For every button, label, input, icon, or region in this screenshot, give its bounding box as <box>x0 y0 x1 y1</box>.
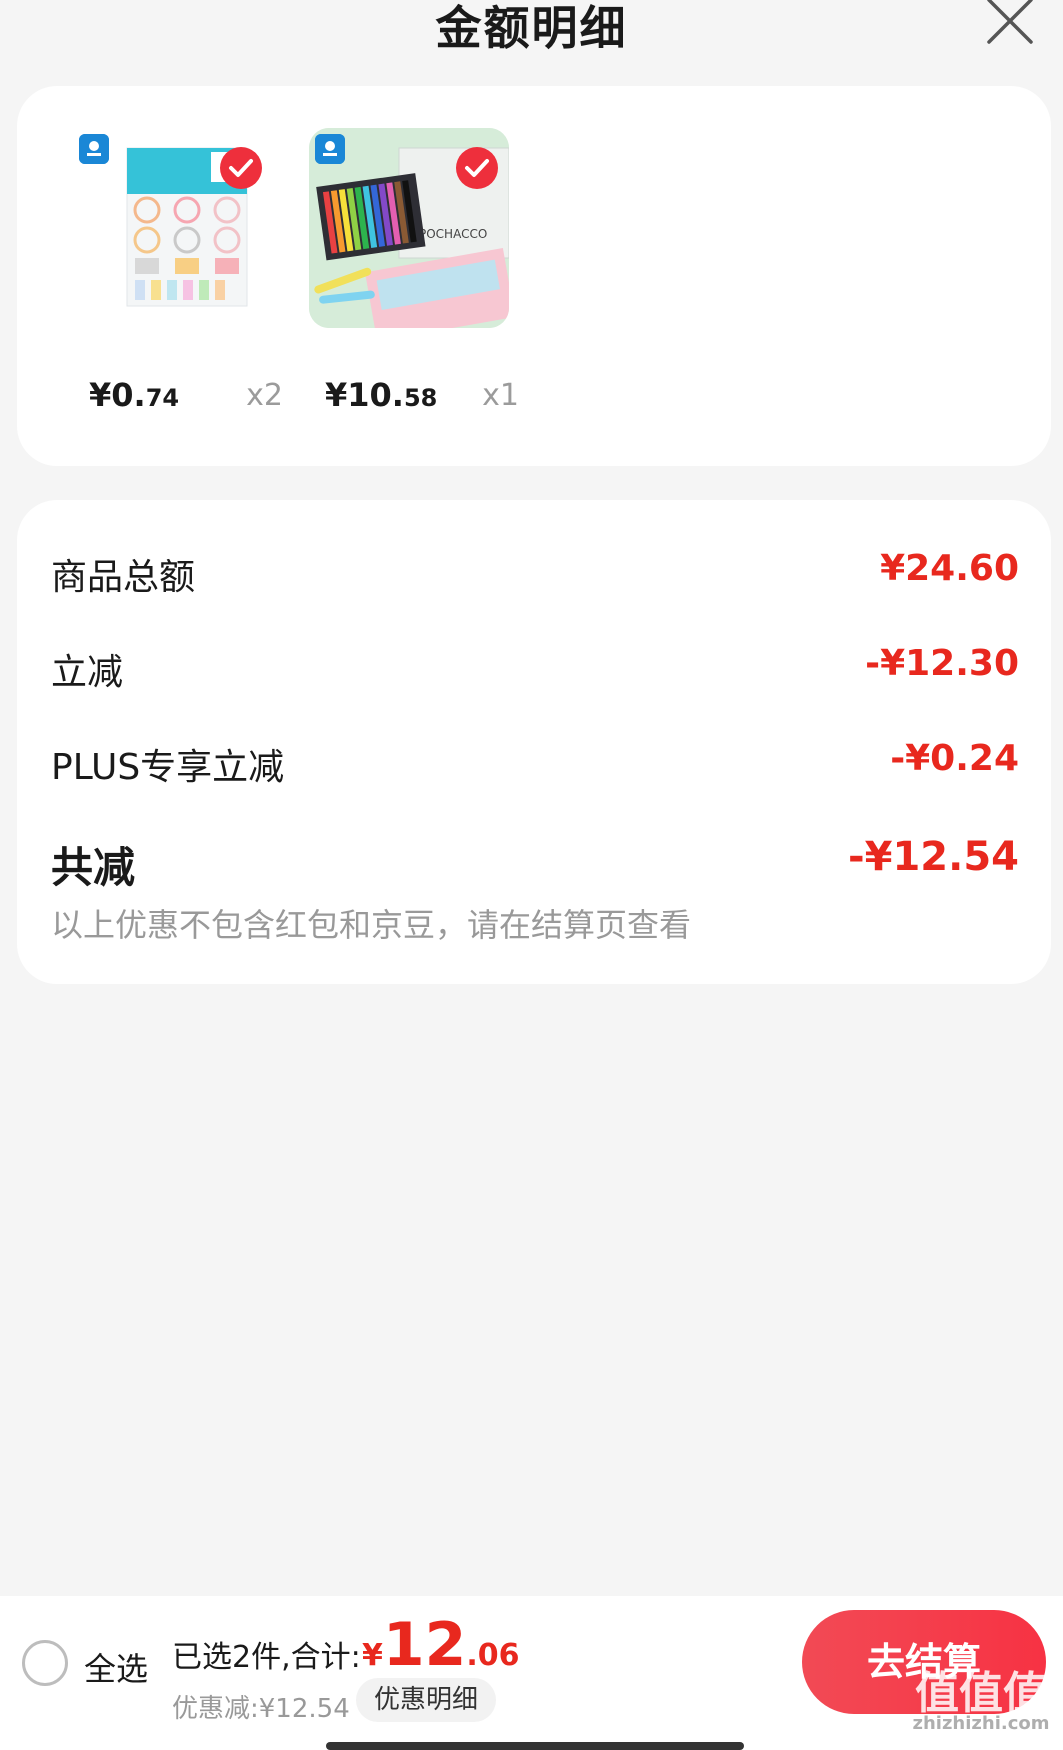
product-quantity: x1 <box>482 378 519 413</box>
summary-value: -¥12.30 <box>865 643 1019 684</box>
close-icon[interactable] <box>983 0 1037 48</box>
product-price: ¥0.74 <box>89 376 180 414</box>
product-price: ¥10.58 <box>325 376 438 414</box>
amount-summary-card: 商品总额 ¥24.60 立减 -¥12.30 PLUS专享立减 -¥0.24 共… <box>17 500 1051 984</box>
summary-label: 商品总额 <box>51 557 196 598</box>
summary-note: 以上优惠不包含红包和京豆，请在结算页查看 <box>51 906 692 944</box>
summary-row-instant-discount: 立减 -¥12.30 <box>51 643 1019 693</box>
discount-text: 优惠减:¥12.54 <box>172 1694 350 1724</box>
product-quantity: x2 <box>246 378 283 413</box>
product-thumbnail-labels[interactable] <box>73 128 273 328</box>
summary-total-label: 共减 <box>51 843 136 892</box>
product-price-row: ¥0.74 x2 <box>73 376 283 426</box>
watermark-logo: 值值值 zhizhizhi.com <box>912 1668 1050 1734</box>
discount-detail-button[interactable]: 优惠明细 <box>356 1678 497 1722</box>
summary-row-total-discount: 共减 -¥12.54 <box>51 834 1019 892</box>
bottom-checkout-bar: 全选 已选2件,合计: ¥12.06 优惠减:¥12.54 优惠明细 去结算 值… <box>0 1596 1063 1750</box>
summary-total-value: -¥12.54 <box>848 834 1019 880</box>
summary-row-subtotal: 商品总额 ¥24.60 <box>51 548 1019 598</box>
summary-value: -¥0.24 <box>890 738 1019 779</box>
brand-logo <box>79 134 109 164</box>
summary-row-plus-discount: PLUS专享立减 -¥0.24 <box>51 738 1019 788</box>
selected-check-icon[interactable] <box>455 146 499 190</box>
page-title: 金额明细 <box>435 1 628 55</box>
selected-count-text: 已选2件,合计: <box>172 1640 361 1675</box>
select-all-radio[interactable] <box>22 1640 68 1686</box>
selected-check-icon[interactable] <box>219 146 263 190</box>
summary-label: PLUS专享立减 <box>51 747 285 788</box>
home-indicator <box>326 1742 744 1750</box>
product-price-row: ¥10.58 x1 <box>309 376 519 426</box>
products-card: POCHACCO ¥0.74 x2 ¥10.58 x1 <box>17 86 1051 466</box>
svg-text:POCHACCO: POCHACCO <box>419 227 487 241</box>
product-thumbnail-crayons[interactable]: POCHACCO <box>309 128 509 328</box>
summary-label: 立减 <box>51 652 124 693</box>
header: 金额明细 <box>0 0 1063 70</box>
select-all-label[interactable]: 全选 <box>84 1644 148 1690</box>
total-amount: ¥12.06 <box>362 1610 520 1680</box>
summary-value: ¥24.60 <box>880 548 1019 589</box>
brand-logo <box>315 134 345 164</box>
